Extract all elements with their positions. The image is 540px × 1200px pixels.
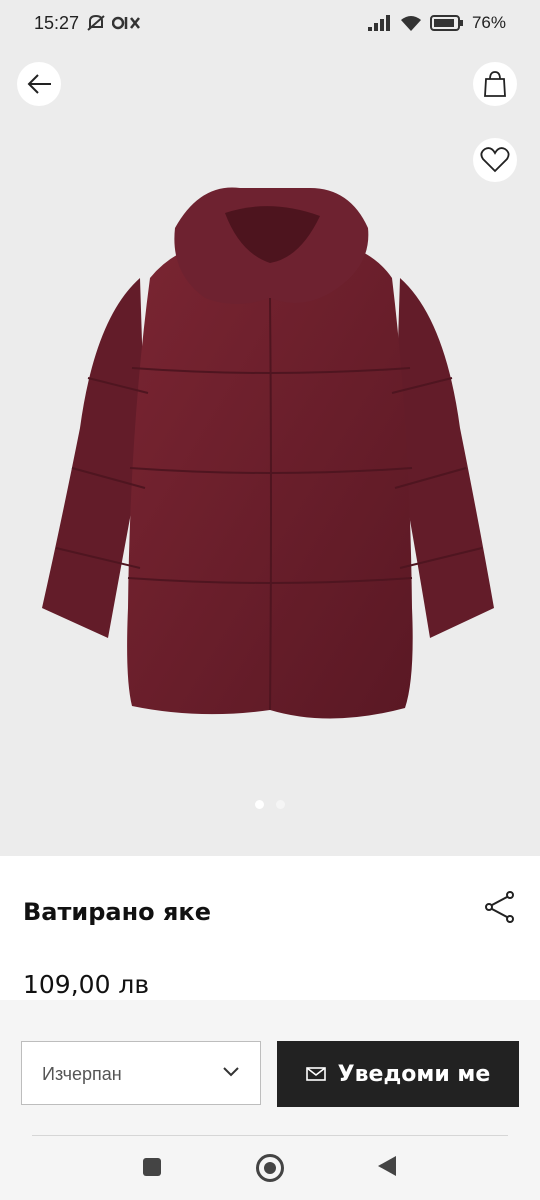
battery-percent: 76%: [471, 13, 506, 32]
arrow-left-icon: [27, 74, 51, 94]
signal-icon: [367, 15, 390, 31]
envelope-icon: [305, 1067, 326, 1081]
olx-icon: [112, 16, 140, 30]
product-price: 109,00 лв: [23, 970, 150, 999]
gallery-dot-active[interactable]: [255, 800, 264, 809]
system-nav-bar: [0, 1136, 540, 1200]
product-image-gallery[interactable]: [0, 48, 540, 856]
product-title: Ватирано яке: [23, 898, 211, 926]
battery-icon: [429, 15, 463, 31]
wifi-icon: [400, 16, 421, 31]
back-button[interactable]: [17, 62, 61, 106]
mute-icon: [87, 14, 105, 31]
home-icon[interactable]: [256, 1154, 284, 1182]
status-time: 15:27: [34, 13, 80, 33]
status-notification-icons: [86, 14, 142, 32]
favorite-button[interactable]: [473, 138, 517, 182]
share-icon: [485, 891, 514, 923]
size-select[interactable]: Изчерпан: [21, 1041, 261, 1105]
puffer-jacket-image: [42, 187, 494, 719]
gallery-pagination: [0, 800, 540, 809]
size-select-value: Изчерпан: [42, 1064, 122, 1084]
heart-icon: [480, 147, 510, 173]
chevron-down-icon: [223, 1067, 239, 1077]
recents-icon[interactable]: [143, 1158, 161, 1176]
shopping-bag-button[interactable]: [473, 62, 517, 106]
notify-me-label: Уведоми ме: [337, 1061, 491, 1087]
notify-me-button[interactable]: Уведоми ме: [277, 1041, 519, 1107]
status-bar: 15:27 76%: [0, 0, 540, 48]
back-triangle-icon[interactable]: [378, 1156, 396, 1176]
gallery-dot[interactable]: [276, 800, 285, 809]
shopping-bag-icon: [484, 71, 506, 97]
share-button[interactable]: [484, 890, 516, 924]
status-system-icons: 76%: [367, 13, 506, 33]
